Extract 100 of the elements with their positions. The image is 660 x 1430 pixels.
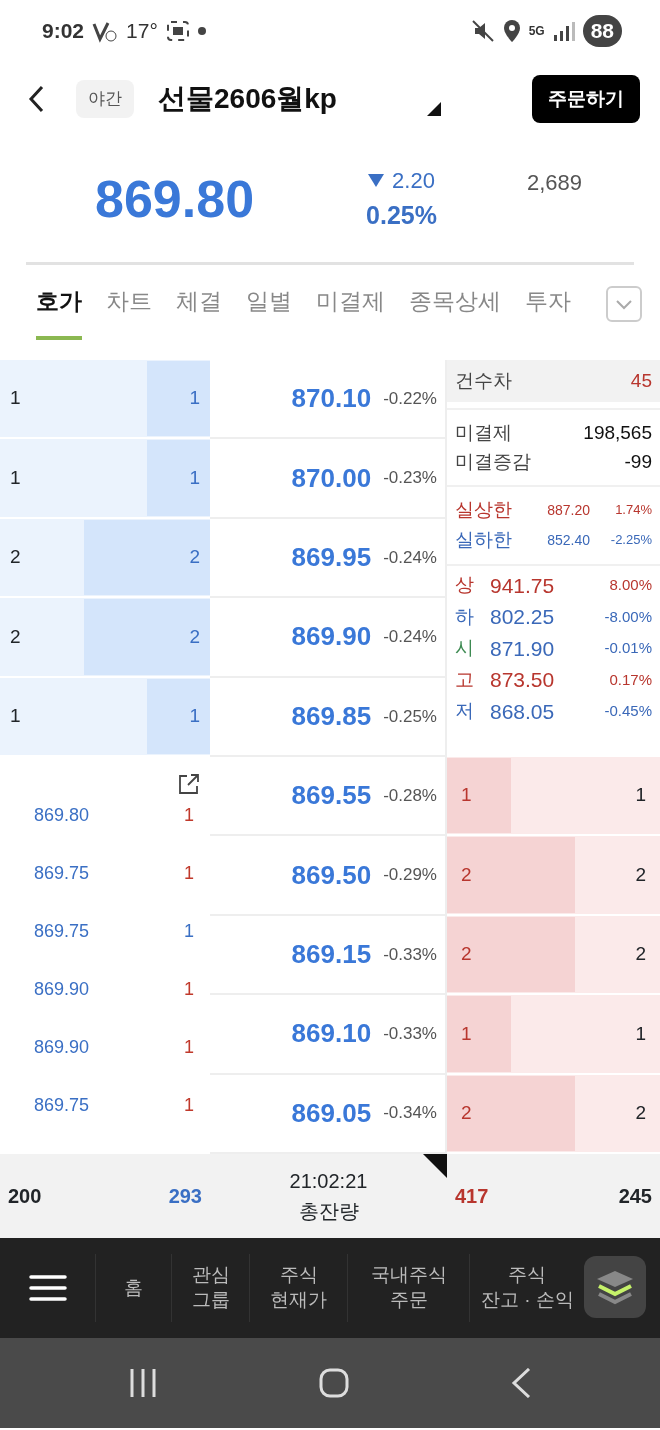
order-count: 1 xyxy=(10,386,21,411)
price-value: 868.05 xyxy=(490,698,555,725)
external-link-icon[interactable] xyxy=(178,772,200,795)
bid-price[interactable]: 869.10 xyxy=(291,1014,372,1054)
price-percent: -8.00% xyxy=(604,606,652,627)
nav-item[interactable]: 주식 잔고 · 손익 xyxy=(481,1263,574,1313)
price-percent: -0.34% xyxy=(383,1102,437,1125)
order-quantity: 2 xyxy=(635,1100,646,1125)
limit-percent: 1.74% xyxy=(614,500,652,519)
price-percent: -0.24% xyxy=(383,626,437,649)
price-label: 시 xyxy=(455,636,474,661)
limit-label: 실상한 xyxy=(455,497,512,522)
price-label: 상 xyxy=(455,573,474,598)
order-count: 2 xyxy=(461,942,472,967)
order-count: 2 xyxy=(461,862,472,887)
bid-price[interactable]: 869.55 xyxy=(291,776,372,816)
tab[interactable]: 종목상세 xyxy=(409,283,501,340)
ask-price[interactable]: 869.90 xyxy=(291,617,372,657)
price-percent: -0.23% xyxy=(383,467,437,490)
order-count: 1 xyxy=(461,1021,472,1046)
tab[interactable]: 미결제 xyxy=(316,283,385,340)
order-quantity: 2 xyxy=(189,624,200,649)
price-percent: 0.17% xyxy=(609,669,652,690)
screenshot-icon xyxy=(165,20,190,42)
stat-label: 미결제 xyxy=(455,421,512,445)
price-percent: -0.45% xyxy=(604,701,652,722)
tab[interactable]: 호가 xyxy=(36,283,82,340)
layers-button[interactable] xyxy=(584,1255,646,1318)
home-icon[interactable] xyxy=(319,1367,349,1398)
bid-price[interactable]: 869.05 xyxy=(291,1093,372,1133)
nav-item[interactable]: 홈 xyxy=(124,1275,143,1301)
price-value: 941.75 xyxy=(490,572,555,599)
limit-value: 852.40 xyxy=(547,531,590,551)
product-title[interactable]: 선물2606월kp xyxy=(158,78,337,120)
price-value: 873.50 xyxy=(490,667,555,694)
total-count: 200 xyxy=(8,1183,42,1209)
trade-price: 869.90 xyxy=(34,1036,90,1060)
count-diff-label: 건수차 xyxy=(455,368,512,393)
ask-price[interactable]: 869.85 xyxy=(291,696,372,736)
order-count: 2 xyxy=(10,624,21,649)
nav-item[interactable]: 주식 현재가 xyxy=(270,1263,327,1313)
ask-price[interactable]: 870.10 xyxy=(291,379,372,419)
trade-quantity: 1 xyxy=(184,1036,194,1060)
order-button[interactable]: 주문하기 xyxy=(532,74,640,124)
tab[interactable]: 차트 xyxy=(106,283,152,340)
layers-icon xyxy=(595,1268,635,1305)
order-quantity: 1 xyxy=(635,783,646,808)
back-icon[interactable] xyxy=(28,85,44,113)
price-percent: 8.00% xyxy=(609,575,652,596)
trade-price: 869.75 xyxy=(34,1094,90,1118)
nav-item[interactable]: 관심 그룹 xyxy=(191,1263,230,1313)
mute-icon xyxy=(470,19,495,43)
bid-price[interactable]: 869.50 xyxy=(291,855,372,895)
ask-price[interactable]: 869.95 xyxy=(291,537,372,577)
order-count: 1 xyxy=(461,783,472,808)
count-diff-value: 45 xyxy=(630,368,652,393)
tab[interactable]: 투자 xyxy=(525,283,571,340)
order-count: 2 xyxy=(461,1100,472,1125)
battery-level: 88 xyxy=(582,15,622,47)
corner-marker-icon xyxy=(423,1153,447,1178)
trade-price: 869.75 xyxy=(34,862,90,886)
volume: 2,689 xyxy=(526,169,582,197)
signal-icon xyxy=(552,21,575,41)
price-percent: -0.29% xyxy=(383,864,437,887)
order-quantity: 1 xyxy=(189,465,200,490)
dot-icon xyxy=(197,27,206,35)
price-value: 802.25 xyxy=(490,604,555,631)
order-quantity: 1 xyxy=(189,386,200,411)
limit-value: 887.20 xyxy=(547,500,590,520)
stat-value: 198,565 xyxy=(583,421,652,445)
clock: 9:02 xyxy=(42,18,85,45)
price-percent: -0.33% xyxy=(383,943,437,966)
location-icon xyxy=(502,19,521,43)
ask-price[interactable]: 870.00 xyxy=(291,458,372,498)
current-price: 869.80 xyxy=(95,169,255,230)
trade-quantity: 1 xyxy=(184,920,194,944)
session-chip: 야간 xyxy=(76,80,134,118)
price-label: 고 xyxy=(455,667,474,692)
price-percent: -0.22% xyxy=(383,387,437,410)
tab[interactable]: 체결 xyxy=(176,283,222,340)
temperature: 17° xyxy=(126,18,158,45)
trade-price: 869.75 xyxy=(34,920,90,944)
nav-item[interactable]: 국내주식 주문 xyxy=(370,1263,447,1313)
limit-percent: -2.25% xyxy=(609,531,652,550)
recent-apps-icon[interactable] xyxy=(129,1367,157,1398)
stat-value: -99 xyxy=(624,450,652,475)
change-percent: 0.25% xyxy=(366,199,437,231)
tab[interactable]: 일별 xyxy=(246,283,292,340)
price-percent: -0.01% xyxy=(604,638,652,659)
price-percent: -0.25% xyxy=(383,705,437,728)
menu-icon[interactable] xyxy=(28,1273,67,1302)
price-percent: -0.28% xyxy=(383,784,437,807)
price-percent: -0.33% xyxy=(383,1023,437,1046)
limit-label: 실하한 xyxy=(455,528,512,553)
dropdown-icon[interactable] xyxy=(426,102,441,116)
trade-price: 869.80 xyxy=(34,804,90,828)
bid-price[interactable]: 869.15 xyxy=(291,934,372,974)
price-percent: -0.24% xyxy=(383,546,437,569)
price-change: 2.20 xyxy=(392,166,435,195)
trade-quantity: 1 xyxy=(184,862,194,886)
